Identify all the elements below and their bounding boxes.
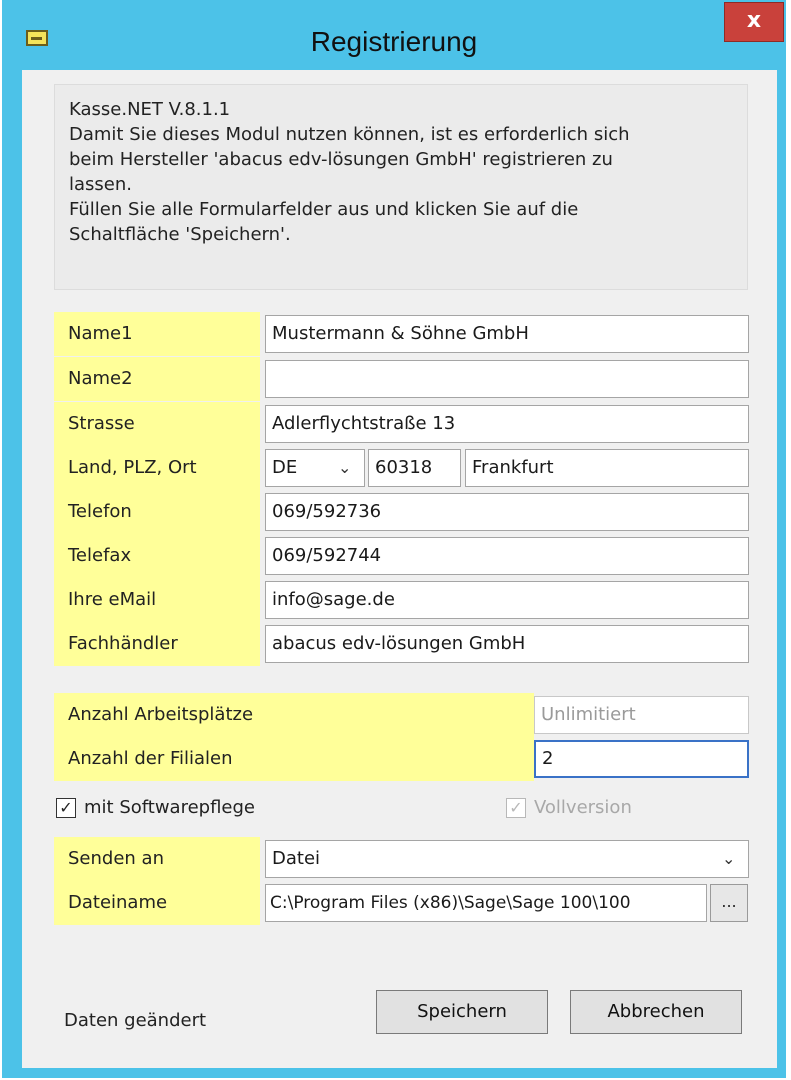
plz-field[interactable]: 60318 xyxy=(368,449,461,487)
dateiname-field[interactable]: C:\Program Files (x86)\Sage\Sage 100\100 xyxy=(265,884,707,922)
filialen-label: Anzahl der Filialen xyxy=(54,737,534,781)
fachhaendler-label: Fachhändler xyxy=(54,622,260,666)
vollversion-label: Vollversion xyxy=(534,797,632,818)
status-text: Daten geändert xyxy=(64,1010,207,1031)
info-line: Kasse.NET V.8.1.1 xyxy=(69,99,231,120)
save-button[interactable]: Speichern xyxy=(376,990,548,1034)
senden-an-label: Senden an xyxy=(54,837,260,881)
info-line: beim Hersteller 'abacus edv-lösungen Gmb… xyxy=(69,149,613,170)
telefon-field[interactable]: 069/592736 xyxy=(265,493,749,531)
browse-button[interactable]: ... xyxy=(710,884,748,922)
info-line: Schaltfläche 'Speichern'. xyxy=(69,224,291,245)
name2-label: Name2 xyxy=(54,357,260,401)
softwarepflege-label: mit Softwarepflege xyxy=(84,797,255,818)
land-select[interactable]: DE ⌄ xyxy=(265,449,365,487)
filialen-field[interactable]: 2 xyxy=(534,740,749,778)
window-title: Registrierung xyxy=(310,26,478,57)
name1-label: Name1 xyxy=(54,312,260,356)
chevron-down-icon: ⌄ xyxy=(338,458,352,477)
arbeitsplaetze-field: Unlimitiert xyxy=(534,696,749,734)
name1-field[interactable]: Mustermann & Söhne GmbH xyxy=(265,315,749,353)
dateiname-label: Dateiname xyxy=(54,881,260,925)
name2-field[interactable] xyxy=(265,360,749,398)
info-text-panel: Kasse.NET V.8.1.1 Damit Sie dieses Modul… xyxy=(54,84,748,290)
telefon-label: Telefon xyxy=(54,490,260,534)
checkmark-icon: ✓ xyxy=(56,798,76,818)
land-value: DE xyxy=(272,457,298,478)
info-line: lassen. xyxy=(69,174,132,195)
email-field[interactable]: info@sage.de xyxy=(265,581,749,619)
email-label: Ihre eMail xyxy=(54,578,260,622)
fachhaendler-field[interactable]: abacus edv-lösungen GmbH xyxy=(265,625,749,663)
info-line: Damit Sie dieses Modul nutzen können, is… xyxy=(69,124,630,145)
strasse-label: Strasse xyxy=(54,402,260,446)
strasse-field[interactable]: Adlerflychtstraße 13 xyxy=(265,405,749,443)
chevron-down-icon: ⌄ xyxy=(722,849,736,868)
telefax-field[interactable]: 069/592744 xyxy=(265,537,749,575)
senden-an-value: Datei xyxy=(272,848,321,869)
senden-an-select[interactable]: Datei ⌄ xyxy=(265,840,749,878)
arbeitsplaetze-label: Anzahl Arbeitsplätze xyxy=(54,693,534,737)
info-line: Füllen Sie alle Formularfelder aus und k… xyxy=(69,199,579,220)
cancel-button[interactable]: Abbrechen xyxy=(570,990,742,1034)
ort-field[interactable]: Frankfurt xyxy=(465,449,749,487)
land-plz-ort-label: Land, PLZ, Ort xyxy=(54,446,260,490)
registration-dialog: Registrierung x Kasse.NET V.8.1.1 Damit … xyxy=(2,0,786,1078)
close-button[interactable]: x xyxy=(724,2,784,42)
checkmark-icon: ✓ xyxy=(506,798,526,818)
dialog-body: Kasse.NET V.8.1.1 Damit Sie dieses Modul… xyxy=(22,70,777,1068)
telefax-label: Telefax xyxy=(54,534,260,578)
